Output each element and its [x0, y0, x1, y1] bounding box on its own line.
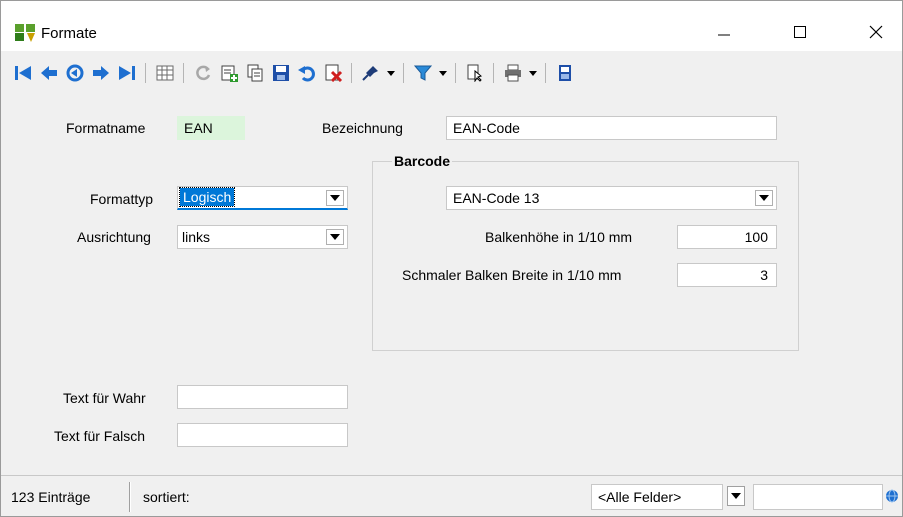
app-format-icon — [14, 23, 35, 43]
device-icon — [559, 65, 571, 81]
record-count: 123 Einträge — [11, 489, 91, 505]
formatname-field[interactable]: EAN — [177, 116, 245, 140]
table-view-button[interactable] — [153, 61, 177, 85]
export-button[interactable] — [553, 61, 577, 85]
text-falsch-label: Text für Falsch — [54, 428, 146, 444]
next-record-button[interactable] — [89, 61, 113, 85]
bezeichnung-field[interactable]: EAN-Code — [446, 116, 777, 140]
undo-icon — [298, 66, 315, 82]
skip-last-icon — [119, 66, 135, 80]
previous-record-button[interactable] — [37, 61, 61, 85]
status-bar: 123 Einträge sortiert: <Alle Felder> — [1, 475, 902, 516]
minimize-button[interactable] — [701, 13, 747, 51]
balkenhoehe-label: Balkenhöhe in 1/10 mm — [485, 229, 633, 245]
undo-button[interactable] — [295, 61, 319, 85]
field-filter-dropdown[interactable] — [727, 486, 745, 506]
print-button[interactable] — [501, 61, 525, 85]
print-icon — [505, 64, 521, 82]
bezeichnung-label: Bezeichnung — [322, 120, 403, 136]
sort-status: sortiert: — [143, 489, 190, 505]
status-separator — [129, 482, 131, 512]
text-wahr-field[interactable] — [177, 385, 348, 409]
toolbar-separator — [493, 63, 494, 83]
text-wahr-label: Text für Wahr — [63, 390, 146, 406]
title-bar: Formate — [1, 1, 902, 51]
chevron-down-icon[interactable] — [326, 190, 344, 206]
search-input[interactable] — [753, 484, 883, 510]
close-button[interactable] — [853, 13, 899, 51]
barcode-group-title: Barcode — [392, 153, 453, 169]
chevron-down-icon — [439, 70, 447, 76]
skip-first-icon — [15, 66, 31, 80]
maximize-button[interactable] — [777, 13, 823, 51]
toolbar — [1, 51, 902, 95]
minimize-icon — [718, 34, 730, 36]
maximize-icon — [794, 26, 806, 38]
new-record-button[interactable] — [217, 61, 241, 85]
formattyp-select[interactable]: Logisch — [177, 186, 348, 210]
pin-button[interactable] — [359, 61, 383, 85]
formate-window: Formate Formatname EAN Bezeichnung EAN-C… — [0, 0, 903, 517]
arrow-right-icon — [93, 66, 109, 80]
formattyp-label: Formattyp — [90, 191, 154, 207]
refresh-icon — [196, 65, 211, 81]
schmal-field[interactable]: 3 — [677, 263, 777, 287]
chevron-down-icon — [731, 493, 741, 499]
balkenhoehe-field[interactable]: 100 — [677, 225, 777, 249]
window-title: Formate — [41, 25, 97, 42]
formatname-label: Formatname — [66, 120, 146, 136]
arrow-left-icon — [41, 66, 57, 80]
pin-icon — [362, 66, 378, 81]
field-filter-value: <Alle Felder> — [598, 489, 682, 505]
pin-dropdown[interactable] — [385, 63, 397, 83]
new-icon — [221, 65, 238, 82]
chevron-down-icon[interactable] — [755, 190, 773, 206]
format-form: Formatname EAN Bezeichnung EAN-Code Form… — [1, 95, 902, 475]
formattyp-value: Logisch — [178, 187, 236, 207]
delete-icon — [325, 64, 343, 82]
ausrichtung-label: Ausrichtung — [77, 229, 151, 245]
save-record-button[interactable] — [269, 61, 293, 85]
save-icon — [273, 65, 289, 81]
last-record-button[interactable] — [115, 61, 139, 85]
refresh-button[interactable] — [191, 61, 215, 85]
goto-record-button[interactable] — [63, 61, 87, 85]
goto-icon — [66, 64, 84, 82]
toolbar-separator — [351, 63, 352, 83]
copy-icon — [247, 64, 263, 82]
table-icon — [156, 65, 174, 81]
select-columns-button[interactable] — [463, 61, 487, 85]
toolbar-separator — [545, 63, 546, 83]
chevron-down-icon — [387, 70, 395, 76]
text-falsch-field[interactable] — [177, 423, 348, 447]
ausrichtung-value: links — [182, 229, 211, 245]
close-icon — [869, 25, 883, 39]
barcode-type-value: EAN-Code 13 — [453, 190, 540, 206]
barcode-type-select[interactable]: EAN-Code 13 — [446, 186, 777, 210]
filter-button[interactable] — [411, 61, 435, 85]
first-record-button[interactable] — [11, 61, 35, 85]
toolbar-separator — [183, 63, 184, 83]
chevron-down-icon[interactable] — [326, 229, 344, 245]
print-dropdown[interactable] — [527, 63, 539, 83]
chevron-down-icon — [529, 70, 537, 76]
filter-dropdown[interactable] — [437, 63, 449, 83]
delete-record-button[interactable] — [321, 61, 345, 85]
globe-icon[interactable] — [885, 489, 899, 503]
cursor-doc-icon — [467, 64, 483, 82]
ausrichtung-select[interactable]: links — [177, 225, 348, 249]
field-filter-select[interactable]: <Alle Felder> — [591, 484, 723, 510]
toolbar-separator — [455, 63, 456, 83]
toolbar-separator — [403, 63, 404, 83]
filter-icon — [413, 65, 433, 81]
copy-record-button[interactable] — [243, 61, 267, 85]
toolbar-separator — [145, 63, 146, 83]
schmal-label: Schmaler Balken Breite in 1/10 mm — [402, 267, 622, 283]
